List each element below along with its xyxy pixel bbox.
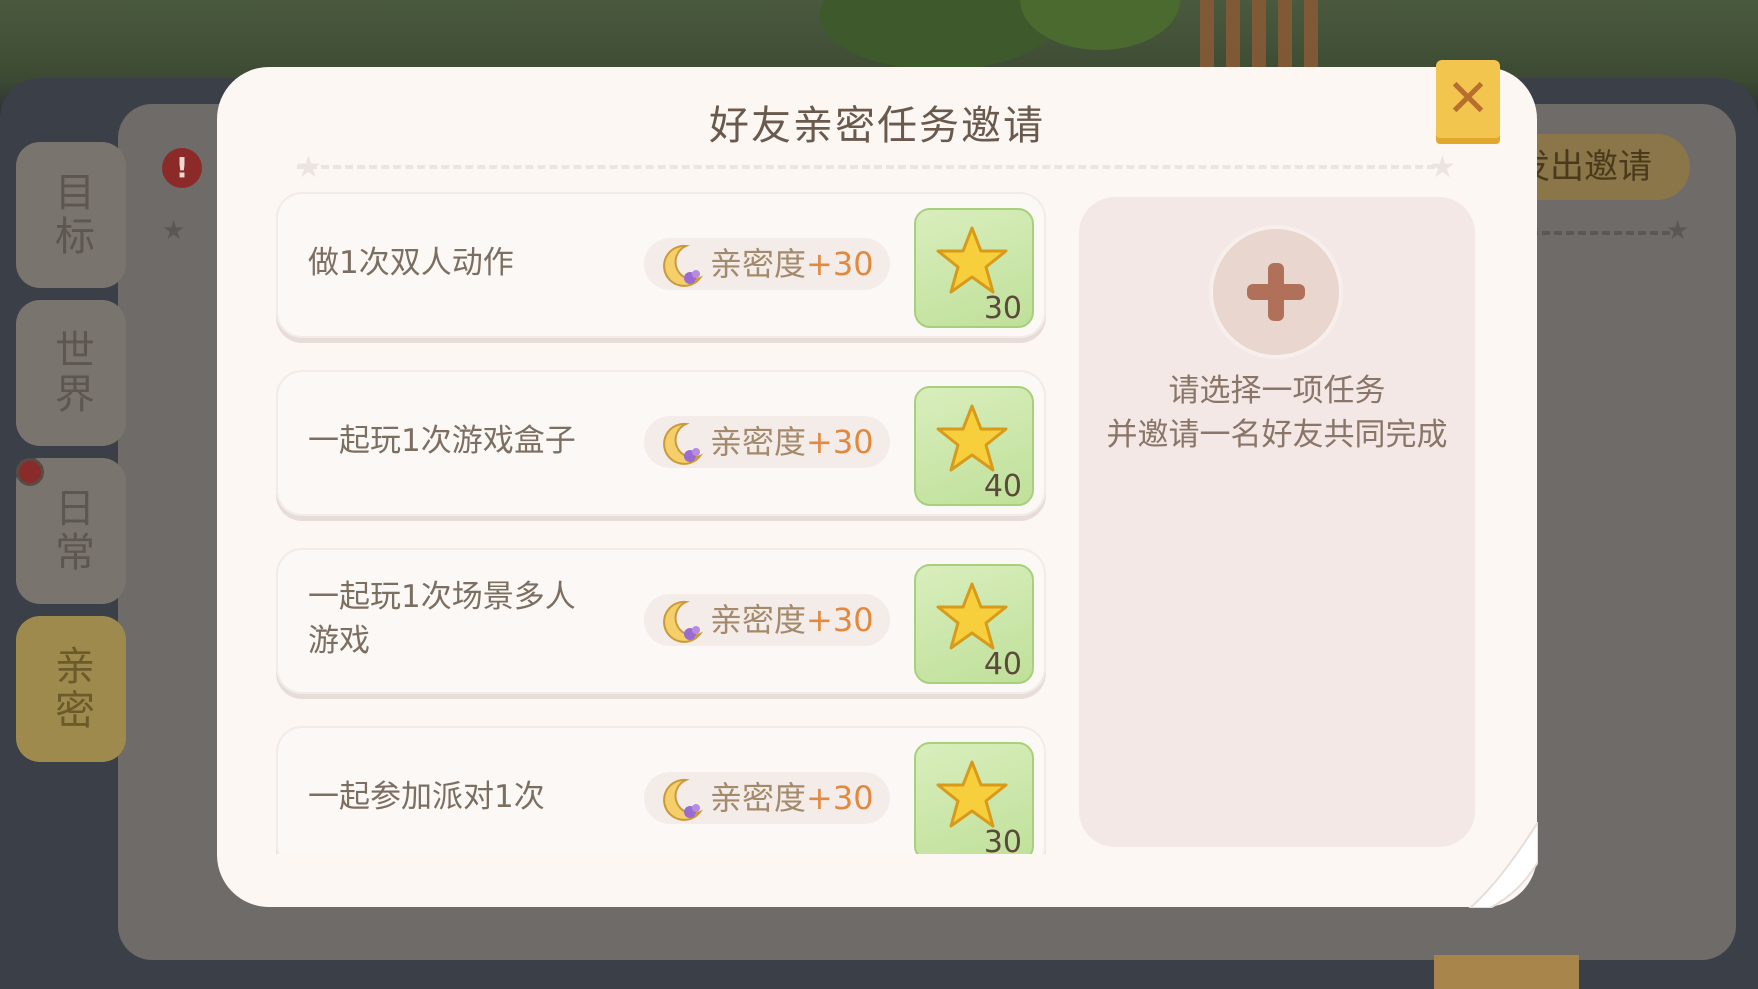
intimacy-reward: 亲密度+30 bbox=[644, 772, 890, 824]
intimacy-reward: 亲密度+30 bbox=[644, 416, 890, 468]
title-divider bbox=[297, 165, 1447, 169]
reward-value: +30 bbox=[806, 601, 874, 639]
alert-icon: ! bbox=[162, 148, 202, 188]
invite-instruction-line2: 并邀请一名好友共同完成 bbox=[1106, 417, 1448, 453]
page-curl-decoration bbox=[1468, 822, 1538, 908]
star-decoration-icon: ★ bbox=[295, 150, 322, 185]
task-name: 一起参加派对1次 bbox=[308, 779, 545, 815]
task-name: 一起玩1次场景多人游戏 bbox=[308, 579, 576, 659]
moon-icon bbox=[663, 244, 704, 287]
task-card[interactable]: 一起参加派对1次 亲密度+30 30 bbox=[276, 726, 1046, 854]
task-name: 一起玩1次游戏盒子 bbox=[308, 423, 576, 459]
reward-label: 亲密度 bbox=[710, 779, 807, 817]
star-decoration-icon: ★ bbox=[1666, 216, 1690, 246]
reward-value: +30 bbox=[806, 423, 874, 461]
reward-label: 亲密度 bbox=[710, 601, 807, 639]
star-reward: 30 bbox=[914, 742, 1034, 854]
invite-instructions: 请选择一项任务 并邀请一名好友共同完成 bbox=[1079, 369, 1475, 457]
star-reward: 40 bbox=[914, 564, 1034, 684]
gold-star-icon bbox=[936, 404, 1008, 472]
side-tab-world[interactable]: 世界 bbox=[16, 300, 126, 446]
star-count: 30 bbox=[983, 291, 1022, 326]
reward-value: +30 bbox=[806, 779, 874, 817]
side-tab-goals[interactable]: 目标 bbox=[16, 142, 126, 288]
task-card[interactable]: 一起玩1次游戏盒子 亲密度+30 40 bbox=[276, 370, 1046, 516]
star-count: 40 bbox=[983, 647, 1022, 682]
intimacy-reward: 亲密度+30 bbox=[644, 594, 890, 646]
task-card[interactable]: 做1次双人动作 亲密度+30 30 bbox=[276, 192, 1046, 338]
task-name: 做1次双人动作 bbox=[308, 245, 514, 281]
star-decoration-icon: ★ bbox=[162, 216, 186, 246]
modal-title: 好友亲密任务邀请 bbox=[709, 103, 1045, 149]
moon-icon bbox=[663, 778, 704, 821]
task-card[interactable]: 一起玩1次场景多人游戏 亲密度+30 40 bbox=[276, 548, 1046, 694]
star-reward: 30 bbox=[914, 208, 1034, 328]
gold-star-icon bbox=[936, 760, 1008, 828]
plus-icon bbox=[1247, 263, 1305, 321]
reward-label: 亲密度 bbox=[710, 423, 807, 461]
gold-star-icon bbox=[936, 226, 1008, 294]
gold-star-icon bbox=[936, 582, 1008, 650]
notification-dot bbox=[16, 458, 44, 486]
background-divider bbox=[1530, 231, 1670, 235]
star-reward: 40 bbox=[914, 386, 1034, 506]
close-button[interactable]: ✕ bbox=[1436, 60, 1500, 138]
invite-friend-panel: 请选择一项任务 并邀请一名好友共同完成 bbox=[1079, 197, 1475, 847]
background-strip bbox=[1434, 955, 1579, 989]
reward-label: 亲密度 bbox=[710, 245, 807, 283]
moon-icon bbox=[663, 422, 704, 465]
moon-icon bbox=[663, 600, 704, 643]
star-count: 40 bbox=[983, 469, 1022, 504]
invite-instruction-line1: 请选择一项任务 bbox=[1168, 373, 1386, 409]
reward-value: +30 bbox=[806, 245, 874, 283]
close-x-icon: ✕ bbox=[1446, 69, 1490, 129]
task-list[interactable]: 做1次双人动作 亲密度+30 30 一起玩1次游戏盒子 亲密度+30 40 一起… bbox=[276, 190, 1046, 854]
side-tab-intimacy[interactable]: 亲密 bbox=[16, 616, 126, 762]
tree-foliage bbox=[1020, 0, 1180, 50]
add-friend-button[interactable] bbox=[1213, 229, 1339, 355]
star-count: 30 bbox=[983, 825, 1022, 854]
intimacy-reward: 亲密度+30 bbox=[644, 238, 890, 290]
fence-decoration bbox=[1200, 0, 1330, 70]
star-decoration-icon: ★ bbox=[1429, 150, 1456, 185]
